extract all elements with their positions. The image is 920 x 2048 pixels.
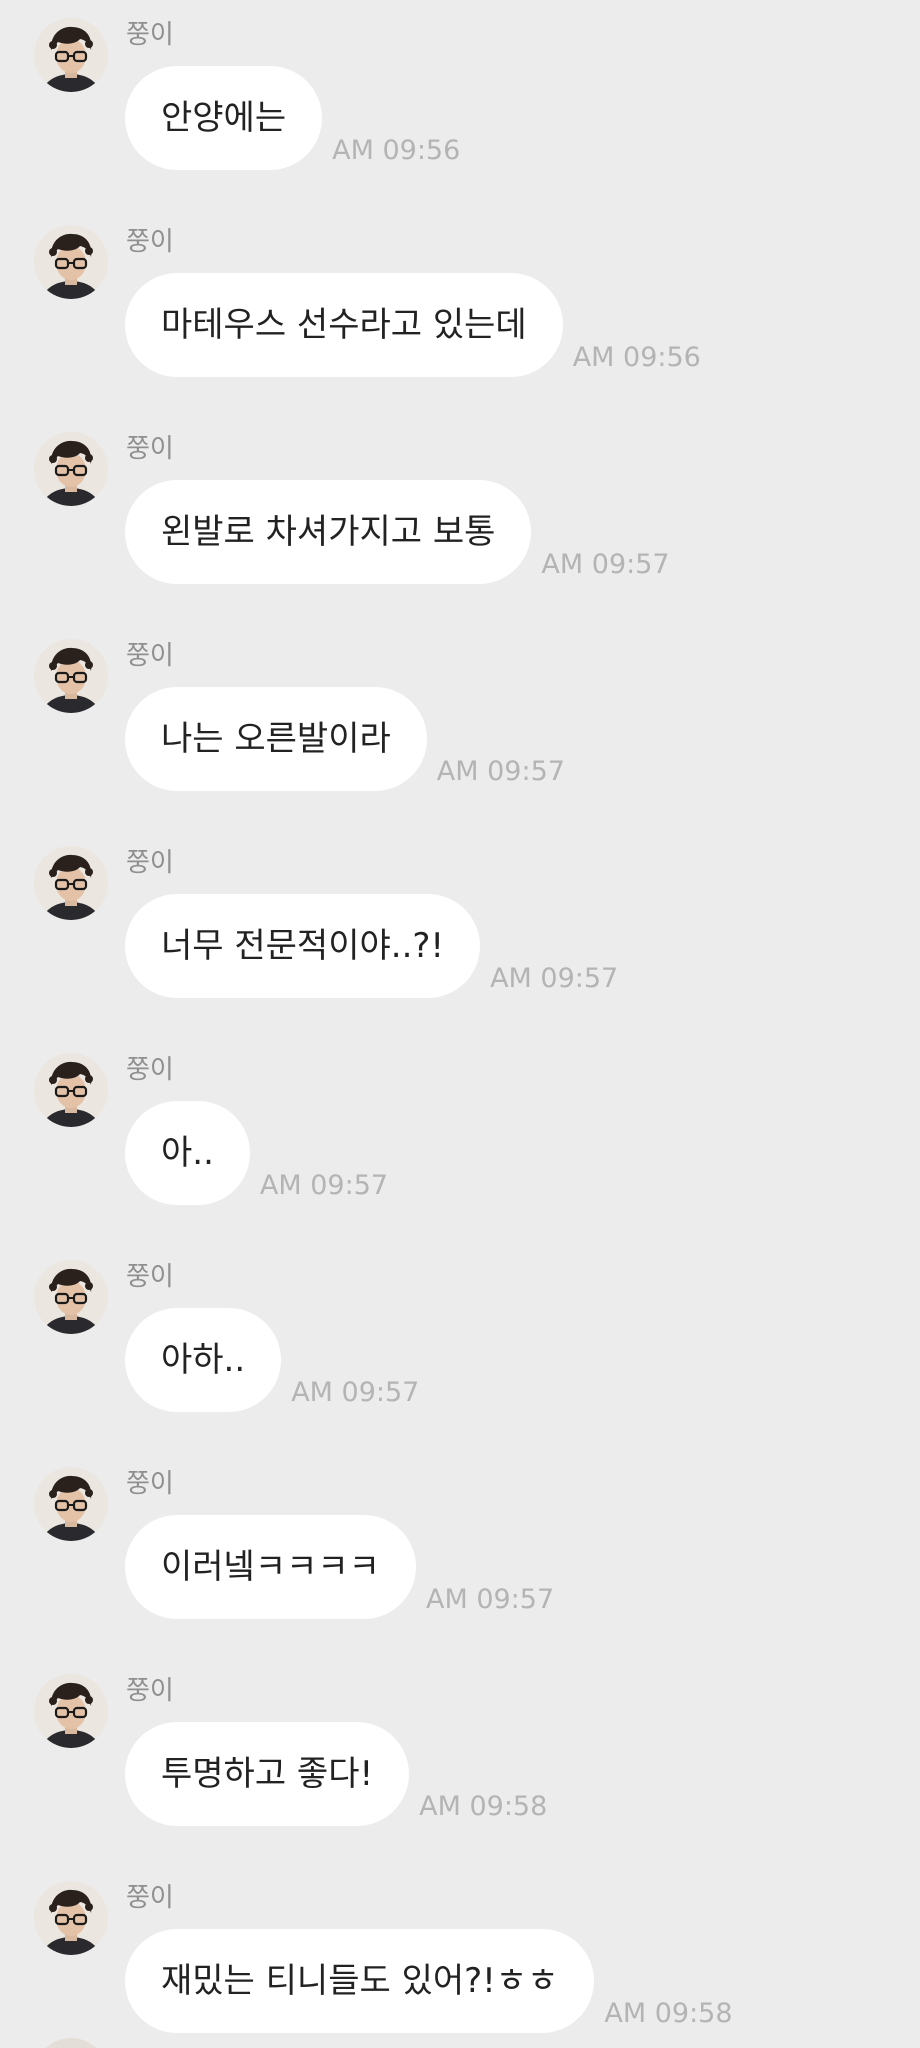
message-timestamp: AM 09:57	[425, 1584, 555, 1615]
message-row: 안양에는 AM 09:56	[125, 66, 460, 170]
message-bubble[interactable]: 나는 오른발이라	[125, 687, 427, 791]
message-bubble[interactable]: 안양에는	[125, 66, 323, 170]
message-timestamp: AM 09:57	[436, 756, 565, 787]
message-timestamp: AM 09:56	[572, 342, 701, 373]
message-row: 아.. AM 09:57	[125, 1101, 388, 1205]
message-timestamp: AM 09:58	[419, 1791, 548, 1822]
message-item: 쭝이너무 전문적이야..?! AM 09:57	[0, 836, 920, 1036]
message-bubble[interactable]: 투명하고 좋다!	[125, 1722, 410, 1826]
message-item: 쭝이나는 오른발이라 AM 09:57	[0, 629, 920, 829]
sender-name: 쭝이	[126, 848, 174, 878]
message-row: 투명하고 좋다! AM 09:58	[125, 1722, 547, 1826]
message-item: 쭝이안양에는 AM 09:56	[0, 8, 920, 208]
message-timestamp: AM 09:57	[490, 963, 619, 994]
message-row: 재밌는 티니들도 있어?!ㅎㅎ AM 09:58	[125, 1929, 733, 2033]
message-row: 너무 전문적이야..?! AM 09:57	[125, 894, 618, 998]
avatar[interactable]	[34, 1674, 108, 1748]
message-timestamp: AM 09:56	[332, 135, 461, 166]
avatar[interactable]	[34, 18, 108, 92]
sender-name: 쭝이	[126, 1262, 174, 1292]
message-row: 나는 오른발이라 AM 09:57	[125, 687, 565, 791]
message-timestamp: AM 09:57	[259, 1170, 389, 1201]
avatar[interactable]	[34, 1260, 108, 1334]
avatar[interactable]	[34, 639, 108, 713]
message-item: 쭝이재밌는 티니들도 있어?!ㅎㅎ AM 09:58	[0, 1871, 920, 2048]
message-bubble[interactable]: 이러넼ㅋㅋㅋㅋ	[125, 1515, 416, 1619]
message-bubble[interactable]: 너무 전문적이야..?!	[125, 894, 481, 998]
message-row: 아하.. AM 09:57	[125, 1308, 419, 1412]
avatar[interactable]	[34, 432, 108, 506]
avatar[interactable]	[34, 1467, 108, 1541]
message-timestamp: AM 09:57	[541, 549, 670, 580]
sender-name: 쭝이	[126, 1883, 174, 1913]
avatar[interactable]	[34, 225, 108, 299]
message-item: 쭝이마테우스 선수라고 있는데 AM 09:56	[0, 215, 920, 415]
sender-name: 쭝이	[126, 227, 174, 257]
message-timestamp: AM 09:58	[604, 1998, 733, 2029]
message-item: 쭝이아.. AM 09:57	[0, 1043, 920, 1243]
message-bubble[interactable]: 왼발로 차셔가지고 보통	[125, 480, 532, 584]
sender-name: 쭝이	[126, 1676, 174, 1706]
message-timestamp: AM 09:57	[291, 1377, 420, 1408]
message-item: 쭝이아하.. AM 09:57	[0, 1250, 920, 1450]
message-item: 쭝이이러넼ㅋㅋㅋㅋ AM 09:57	[0, 1457, 920, 1657]
sender-name: 쭝이	[126, 1055, 174, 1085]
sender-name: 쭝이	[126, 641, 174, 671]
message-bubble[interactable]: 마테우스 선수라고 있는데	[125, 273, 563, 377]
avatar[interactable]	[34, 1053, 108, 1127]
message-row: 왼발로 차셔가지고 보통 AM 09:57	[125, 480, 670, 584]
sender-name: 쭝이	[126, 1469, 174, 1499]
message-item: 쭝이투명하고 좋다! AM 09:58	[0, 1664, 920, 1864]
message-bubble[interactable]: 재밌는 티니들도 있어?!ㅎㅎ	[125, 1929, 595, 2033]
message-item: 쭝이왼발로 차셔가지고 보통 AM 09:57	[0, 422, 920, 622]
avatar[interactable]	[34, 846, 108, 920]
avatar[interactable]	[34, 1881, 108, 1955]
message-bubble[interactable]: 아하..	[125, 1308, 282, 1412]
sender-name: 쭝이	[126, 20, 174, 50]
message-row: 마테우스 선수라고 있는데 AM 09:56	[125, 273, 701, 377]
chat-message-list[interactable]: 쭝이 안양에는 AM 09:56 쭝이 마테우스 선수라고 있는데 AM 09:56 쭝…	[0, 0, 920, 2048]
sender-name: 쭝이	[126, 434, 174, 464]
message-row: 이러넼ㅋㅋㅋㅋ AM 09:57	[125, 1515, 554, 1619]
message-bubble[interactable]: 아..	[125, 1101, 250, 1205]
